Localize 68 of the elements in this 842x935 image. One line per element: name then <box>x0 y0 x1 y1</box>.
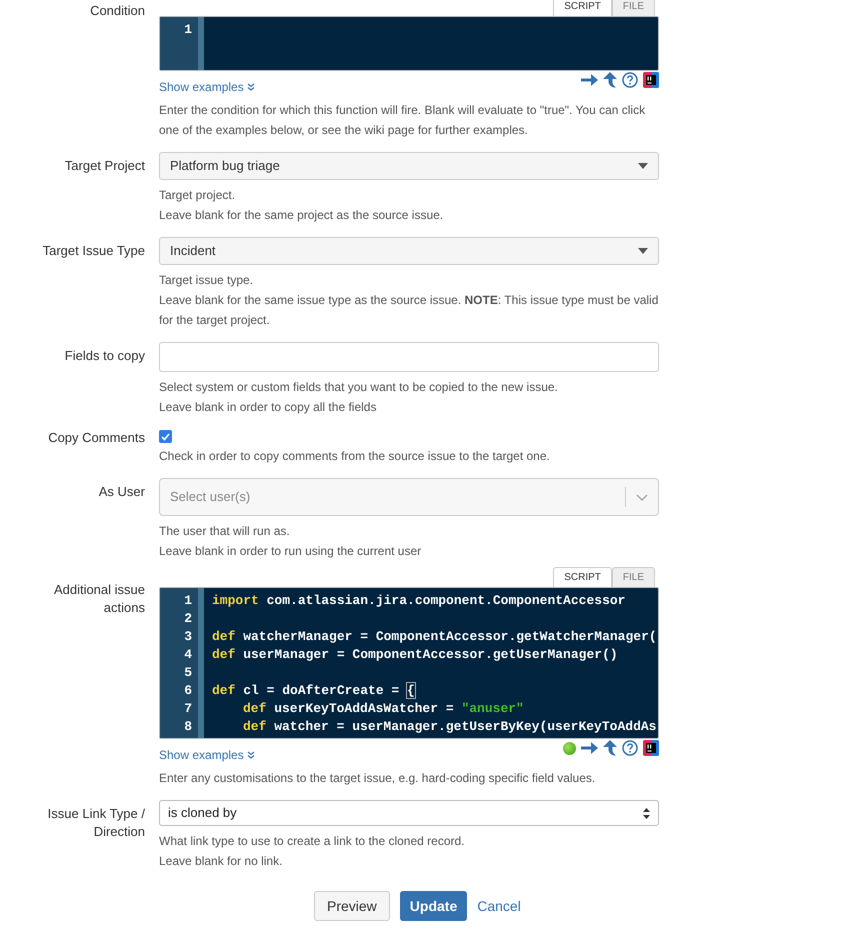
checkbox[interactable] <box>159 430 172 443</box>
help-text: Target issue type. <box>159 272 254 289</box>
cancel-link[interactable]: Cancel <box>477 896 521 916</box>
caret-icon <box>638 163 648 169</box>
help-icon[interactable] <box>622 72 638 88</box>
form-button[interactable]: Update <box>400 891 468 921</box>
field-label: Fields to copy <box>64 347 145 365</box>
editor-tab[interactable]: SCRIPT <box>553 0 612 16</box>
help-icon[interactable] <box>622 740 638 756</box>
arrow-right-icon[interactable] <box>581 741 598 755</box>
select-field[interactable]: Incident <box>159 237 659 265</box>
help-text: Target project. <box>159 187 236 204</box>
field-label: Issue Link Type / Direction <box>46 805 145 841</box>
help-text: What link type to use to create a link to the cloned record. <box>159 833 466 850</box>
line-number: 1 <box>183 592 193 610</box>
line-number: 3 <box>183 628 193 646</box>
code-line: def userManager = ComponentAccessor.getUserManager() <box>212 646 619 664</box>
editor-tab[interactable]: SCRIPT <box>553 567 612 587</box>
code-line: def watcherManager = ComponentAccessor.getWatcherManager( <box>212 628 657 646</box>
select-field[interactable]: is cloned by <box>159 800 659 826</box>
help-text: Select system or custom fields that you want to be copied to the new issue. <box>159 379 559 396</box>
arrow-right-icon[interactable] <box>581 73 598 87</box>
help-text: Leave blank for no link. <box>159 853 284 870</box>
text-field[interactable] <box>159 342 659 372</box>
chevron-down-icon <box>636 494 648 500</box>
line-number: 8 <box>183 718 193 736</box>
line-number: 5 <box>183 664 193 682</box>
double-chevron-down-icon <box>246 83 255 91</box>
ide-logo-icon[interactable] <box>643 72 659 88</box>
code-editor[interactable]: 1 <box>159 16 659 71</box>
caret-icon <box>638 248 648 254</box>
show-examples-link[interactable]: Show examples <box>159 746 255 764</box>
line-number: 2 <box>183 610 193 628</box>
arrow-up-icon[interactable] <box>603 72 617 88</box>
editor-tab[interactable]: FILE <box>612 567 655 587</box>
show-examples-link[interactable]: Show examples <box>159 78 255 96</box>
code-line: def userKeyToAddAsWatcher = "anuser" <box>242 700 525 718</box>
line-number: 1 <box>183 21 193 39</box>
field-label: As User <box>98 483 145 501</box>
help-text: Leave blank for the same project as the source issue. <box>159 207 444 224</box>
line-number: 6 <box>183 682 193 700</box>
placeholder-text: Select user(s) <box>170 488 252 506</box>
select-field[interactable]: Platform bug triage <box>159 152 659 180</box>
help-text: Check in order to copy comments from the source issue to the target one. <box>159 448 551 465</box>
checkmark-icon <box>161 432 170 440</box>
field-label: Condition <box>89 2 145 20</box>
editor-tab[interactable]: FILE <box>612 0 655 16</box>
code-editor[interactable] <box>159 587 659 739</box>
field-label: Target Project <box>64 157 145 175</box>
up-down-arrows-icon <box>643 808 650 818</box>
ide-logo-icon[interactable] <box>643 740 659 756</box>
help-text: The user that will run as. <box>159 523 291 540</box>
help-text: Leave blank in order to copy all the fields <box>159 399 378 416</box>
field-label: Copy Comments <box>47 429 145 447</box>
arrow-up-icon[interactable] <box>603 740 617 756</box>
line-number: 7 <box>183 700 193 718</box>
code-line: import com.atlassian.jira.component.ComponentAccessor <box>212 592 626 610</box>
line-number: 4 <box>183 646 193 664</box>
help-text: Leave blank for the same issue type as the source issue. NOTE: This issue type must be valid for the target project. <box>159 292 659 329</box>
help-text: Leave blank in order to run using the current user <box>159 543 422 560</box>
code-line: def watcher = userManager.getUserByKey(userKeyToAddAs <box>242 718 657 736</box>
field-label: Target Issue Type <box>42 242 145 260</box>
double-chevron-down-icon <box>246 751 255 759</box>
field-label: Additional issue actions <box>52 581 145 617</box>
help-text: Enter the condition for which this function will fire. Blank will evaluate to "true". You can click one of the examples below, or see the wiki page for further examples. <box>159 102 646 139</box>
code-line: def cl = doAfterCreate = { <box>212 682 416 700</box>
form-button[interactable]: Preview <box>314 891 390 921</box>
help-text: Enter any customisations to the target issue, e.g. hard-coding specific field values. <box>159 770 596 787</box>
